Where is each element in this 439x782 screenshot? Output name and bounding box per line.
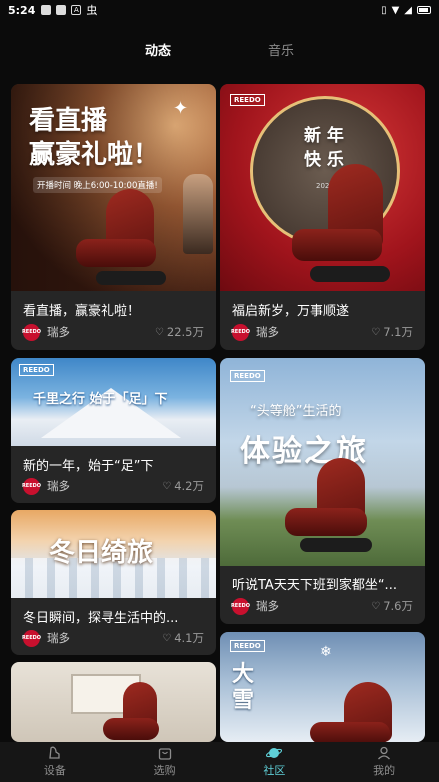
post-card[interactable]: REEDO “头等舱”生活的 体验之旅 听说TA天天下班到家都坐“... REE… [220,358,425,624]
notification-icon [41,5,52,15]
device-icon [49,746,60,759]
notification-icon [56,5,67,15]
overlay-text: 大 雪 [232,662,255,713]
overlay-text: 冬日绮旅 [49,538,154,568]
like-count[interactable]: ♡ 7.6万 [371,598,413,614]
tab-music[interactable]: 音乐 [268,40,294,59]
nav-device[interactable]: 设备 [0,742,110,782]
nav-label: 选购 [153,764,176,777]
massage-chair-image [99,682,169,742]
post-thumbnail [11,662,216,742]
like-count[interactable]: ♡ 4.2万 [162,478,204,494]
like-icon: ♡ [162,480,172,492]
avatar[interactable]: REEDO [22,477,41,495]
post-title: 看直播，赢豪礼啦！ [23,304,141,319]
like-icon: ♡ [371,600,381,612]
author-name: 瑞多 [47,479,70,493]
post-thumbnail: REEDO “头等舱”生活的 体验之旅 [220,358,425,566]
massage-chair-image [66,189,176,289]
nav-profile[interactable]: 我的 [329,742,439,782]
nav-label: 设备 [43,764,66,777]
battery-icon [417,6,431,14]
brand-tag: REEDO [230,94,265,106]
avatar[interactable]: REEDO [231,597,250,615]
sparkle-icon: ✦ [173,98,189,119]
post-meta: REEDO 瑞多 ♡ 4.1万 [22,629,204,647]
overlay-subtext: “头等舱”生活的 [250,404,342,419]
overlay-text: 看直播 赢豪礼啦！ [29,106,160,170]
author-name: 瑞多 [47,631,70,645]
nav-community[interactable]: 社区 [220,742,330,782]
like-icon: ♡ [371,326,381,338]
notification-icon: A [71,5,82,15]
wifi-icon: ▼ [391,4,400,16]
post-meta: REEDO 瑞多 ♡ 4.2万 [22,477,204,495]
signal-icon: ◢ [404,4,412,16]
post-card[interactable] [11,662,216,742]
post-card[interactable]: REEDO 新 年 快 乐 2024 福启新岁，万事顺遂 REEDO 瑞多 ♡ 7… [220,84,425,350]
snowflake-icon: ❄ [320,644,332,660]
brand-tag: REEDO [230,640,265,652]
post-thumbnail: REEDO ❄ 大 雪 [220,632,425,742]
post-card[interactable]: 看直播 赢豪礼啦！ 开播时间 晚上6:00-10:00直播! ✦ 看直播，赢豪礼… [11,84,216,350]
post-thumbnail: 冬日绮旅 [11,510,216,598]
nav-shop[interactable]: 选购 [110,742,220,782]
post-title: 新的一年，始于“足”下 [23,459,154,474]
status-time: 5:24 [8,3,36,17]
author-name: 瑞多 [47,325,70,339]
author-name: 瑞多 [256,599,279,613]
post-card[interactable]: 冬日绮旅 冬日瞬间，探寻生活中的... REEDO 瑞多 ♡ 4.1万 [11,510,216,655]
avatar[interactable]: REEDO [231,323,250,341]
post-title: 听说TA天天下班到家都坐“... [232,578,397,593]
post-thumbnail: REEDO 千里之行 始于「足」下 [11,358,216,446]
avatar[interactable]: REEDO [22,323,41,341]
shopping-bag-icon [158,748,171,760]
bug-icon: 虫 [86,4,98,17]
post-card[interactable]: REEDO ❄ 大 雪 [220,632,425,742]
massage-chair-image [300,682,410,742]
massage-chair-image [275,458,385,558]
avatar[interactable]: REEDO [22,629,41,647]
like-count[interactable]: ♡ 7.1万 [371,324,413,340]
nav-label: 我的 [373,764,396,777]
status-bar: 5:24 A 虫 ▯ ▼ ◢ [0,0,439,20]
overlay-text: 千里之行 始于「足」下 [33,392,168,407]
post-meta: REEDO 瑞多 ♡ 7.6万 [231,597,413,615]
post-title: 冬日瞬间，探寻生活中的... [23,611,179,626]
brand-tag: REEDO [19,364,54,376]
top-tabs: 动态 音乐 [0,40,439,64]
like-count[interactable]: ♡ 22.5万 [155,324,204,340]
post-thumbnail: REEDO 新 年 快 乐 2024 [220,84,425,291]
post-card[interactable]: REEDO 千里之行 始于「足」下 新的一年，始于“足”下 REEDO 瑞多 ♡… [11,358,216,503]
user-icon [378,746,391,760]
post-meta: REEDO 瑞多 ♡ 7.1万 [231,323,413,341]
like-icon: ♡ [162,632,172,644]
brand-tag: REEDO [230,370,265,382]
vibrate-icon: ▯ [381,4,387,16]
nav-label: 社区 [263,764,286,777]
person-image [183,174,213,254]
planet-icon [266,748,283,758]
author-name: 瑞多 [256,325,279,339]
like-icon: ♡ [154,326,164,338]
post-meta: REEDO 瑞多 ♡ 22.5万 [22,323,204,341]
post-title: 福启新岁，万事顺遂 [232,304,350,319]
massage-chair-image [280,164,400,289]
bottom-nav: 设备 选购 社区 我的 [0,742,439,782]
like-count[interactable]: ♡ 4.1万 [162,630,204,646]
tab-dynamics[interactable]: 动态 [145,40,171,59]
post-thumbnail: 看直播 赢豪礼啦！ 开播时间 晚上6:00-10:00直播! ✦ [11,84,216,291]
